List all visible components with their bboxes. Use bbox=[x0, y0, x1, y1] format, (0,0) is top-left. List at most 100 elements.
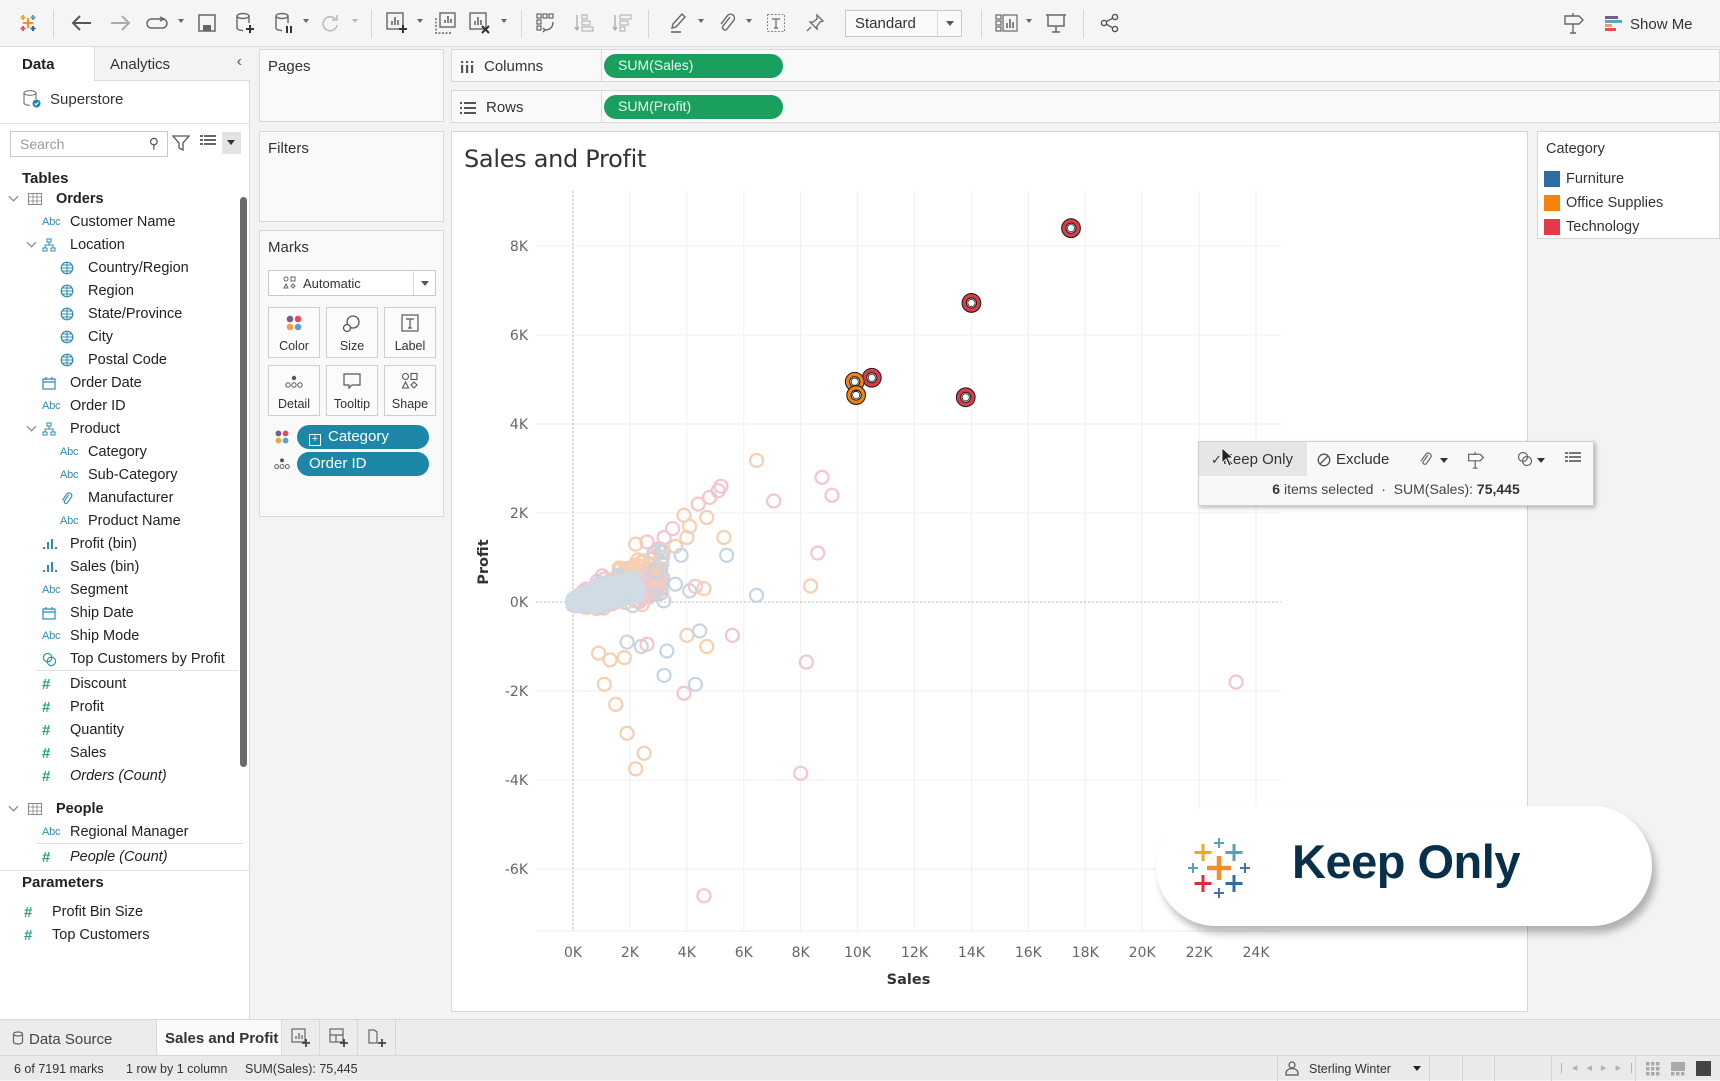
field-sub-category[interactable]: Abc Sub-Category bbox=[60, 464, 177, 486]
scatter-point[interactable] bbox=[1228, 674, 1244, 690]
scatter-point[interactable] bbox=[676, 685, 692, 701]
pause-dropdown[interactable] bbox=[303, 19, 309, 23]
scrollbar[interactable] bbox=[240, 197, 247, 767]
table-people[interactable]: People bbox=[28, 798, 104, 820]
field-region[interactable]: Region bbox=[60, 280, 134, 302]
scatter-point[interactable] bbox=[814, 469, 830, 485]
field-discount[interactable]: # Discount bbox=[42, 673, 126, 695]
selected-point[interactable] bbox=[955, 387, 976, 408]
scatter-point[interactable] bbox=[602, 652, 618, 668]
tooltip-guide-icon[interactable] bbox=[1560, 9, 1588, 37]
highlight-dropdown[interactable] bbox=[698, 19, 704, 23]
sheet-tab-sales-and-profit[interactable]: Sales and Profit bbox=[156, 1020, 282, 1056]
field-order-date[interactable]: Order Date bbox=[42, 372, 142, 394]
set-dropdown[interactable] bbox=[1537, 458, 1545, 463]
parameter-top-customers[interactable]: # Top Customers bbox=[24, 924, 150, 946]
rows-shelf[interactable]: Rows SUM(Profit) bbox=[451, 90, 1720, 123]
scatter-point[interactable] bbox=[810, 545, 826, 561]
mark-type-select[interactable]: Automatic bbox=[268, 270, 436, 296]
sort-ascending-icon[interactable] bbox=[570, 9, 598, 37]
scatter-point[interactable] bbox=[608, 696, 624, 712]
selected-point[interactable] bbox=[861, 367, 882, 388]
field-customer-name[interactable]: Abc Customer Name bbox=[42, 211, 176, 233]
field-sales-bin[interactable]: Sales (bin) bbox=[42, 556, 139, 578]
field-category[interactable]: Abc Category bbox=[60, 441, 147, 463]
field-city[interactable]: City bbox=[60, 326, 113, 348]
field-profit-bin[interactable]: Profit (bin) bbox=[42, 533, 137, 555]
field-manufacturer[interactable]: Manufacturer bbox=[60, 487, 173, 509]
show-cards-icon[interactable] bbox=[993, 9, 1021, 37]
field-segment[interactable]: Abc Segment bbox=[42, 579, 128, 601]
scatter-point[interactable] bbox=[619, 725, 635, 741]
field-location[interactable]: Location bbox=[42, 234, 125, 256]
selected-point[interactable] bbox=[846, 385, 867, 405]
filters-card[interactable]: Filters bbox=[259, 131, 444, 222]
group-dropdown[interactable] bbox=[746, 19, 752, 23]
sum-sales-pill[interactable]: SUM(Sales) bbox=[604, 54, 783, 78]
expand-people-icon[interactable] bbox=[8, 801, 19, 812]
scatter-point[interactable] bbox=[687, 676, 703, 692]
highlight-icon[interactable] bbox=[664, 9, 692, 37]
view-data-button[interactable] bbox=[1565, 451, 1581, 468]
pages-card[interactable]: Pages bbox=[259, 49, 444, 122]
new-worksheet-tab[interactable] bbox=[282, 1020, 320, 1056]
scatter-point[interactable] bbox=[667, 576, 684, 592]
scatter-point[interactable] bbox=[692, 623, 708, 639]
legend-item-technology[interactable]: Technology bbox=[1544, 217, 1639, 237]
scatter-point[interactable] bbox=[656, 529, 672, 546]
scatter-point[interactable] bbox=[724, 627, 740, 643]
field-people-count[interactable]: # People (Count) bbox=[42, 846, 168, 868]
columns-shelf[interactable]: Columns SUM(Sales) bbox=[451, 49, 1720, 82]
selected-point[interactable] bbox=[1061, 218, 1081, 239]
clear-sheet-icon[interactable] bbox=[466, 9, 494, 37]
replay-dropdown[interactable] bbox=[178, 19, 184, 23]
data-source-tab[interactable]: Data Source bbox=[0, 1020, 150, 1056]
filter-icon[interactable] bbox=[172, 134, 190, 152]
show-sheet-sorter-icon[interactable] bbox=[1646, 1062, 1660, 1076]
show-me-button[interactable]: Show Me bbox=[1605, 13, 1693, 35]
detail-button[interactable]: Detail bbox=[268, 365, 320, 416]
scatter-point[interactable] bbox=[699, 638, 715, 655]
redo-icon[interactable] bbox=[106, 9, 134, 37]
expand-orders-icon[interactable] bbox=[8, 191, 19, 202]
sheet-navigation[interactable]: |◂◂▸▸| bbox=[1560, 1061, 1642, 1074]
field-product[interactable]: Product bbox=[42, 418, 120, 440]
refresh-icon[interactable] bbox=[316, 9, 344, 37]
exclude-button[interactable]: Exclude bbox=[1317, 451, 1389, 468]
show-tabs-icon[interactable] bbox=[1696, 1061, 1711, 1076]
parameter-profit-bin-size[interactable]: # Profit Bin Size bbox=[24, 901, 143, 923]
show-cards-dropdown[interactable] bbox=[1026, 19, 1032, 23]
fit-select[interactable]: Standard bbox=[845, 10, 962, 37]
scatter-point[interactable] bbox=[798, 654, 814, 670]
scatter-point[interactable] bbox=[824, 487, 840, 503]
list-view-icon[interactable] bbox=[200, 134, 216, 148]
tooltip-button[interactable]: Tooltip bbox=[326, 365, 378, 416]
field-product-name[interactable]: Abc Product Name bbox=[60, 510, 181, 532]
category-color-pill[interactable]: + Category bbox=[297, 425, 429, 449]
scatter-point[interactable] bbox=[659, 643, 675, 659]
scatter-point[interactable] bbox=[803, 578, 819, 594]
field-ship-date[interactable]: Ship Date bbox=[42, 602, 134, 624]
shape-button[interactable]: Shape bbox=[384, 365, 436, 416]
user-menu[interactable]: Sterling Winter bbox=[1282, 1056, 1428, 1081]
scatter-point[interactable] bbox=[656, 667, 672, 684]
field-top-customers-by-profit[interactable]: Top Customers by Profit bbox=[42, 648, 225, 670]
field-regional-manager[interactable]: Abc Regional Manager bbox=[42, 821, 189, 843]
expand-location-icon[interactable] bbox=[26, 237, 37, 248]
new-worksheet-icon[interactable] bbox=[383, 9, 411, 37]
field-orders-count[interactable]: # Orders (Count) bbox=[42, 765, 167, 787]
create-set-button[interactable] bbox=[1467, 451, 1485, 472]
scatter-point[interactable] bbox=[616, 650, 632, 666]
scatter-point[interactable] bbox=[719, 547, 735, 563]
presentation-mode-icon[interactable] bbox=[1042, 9, 1070, 37]
new-story-tab[interactable] bbox=[358, 1020, 396, 1056]
tab-data[interactable]: Data bbox=[0, 47, 94, 81]
new-dashboard-tab[interactable] bbox=[320, 1020, 358, 1056]
expand-product-icon[interactable] bbox=[26, 421, 37, 432]
scatter-point[interactable] bbox=[619, 634, 635, 650]
new-data-source-icon[interactable] bbox=[231, 9, 259, 37]
swap-rows-columns-icon[interactable] bbox=[532, 9, 560, 37]
scatter-point[interactable] bbox=[690, 496, 706, 512]
refresh-dropdown[interactable] bbox=[352, 19, 358, 23]
scatter-point[interactable] bbox=[596, 676, 612, 692]
